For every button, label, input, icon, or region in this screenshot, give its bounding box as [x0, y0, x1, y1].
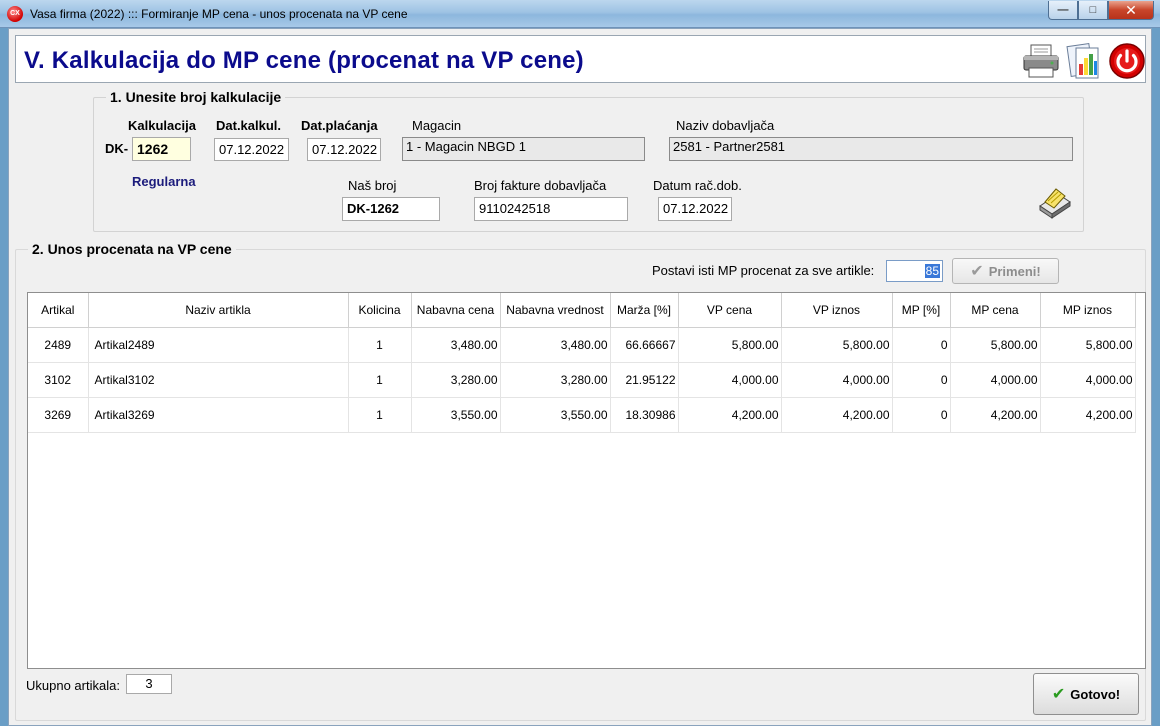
magacin-label: Magacin [412, 118, 462, 133]
cell-nabavna-cena: 3,280.00 [411, 362, 501, 398]
header-bar: V. Kalkulacija do MP cene (procenat na V… [15, 35, 1146, 83]
dat-placanja-label: Dat.plaćanja [301, 118, 378, 133]
cell-kolicina: 1 [348, 327, 412, 363]
done-button-label: Gotovo! [1070, 686, 1121, 702]
column-header-nabavna-cena[interactable]: Nabavna cena [411, 293, 501, 328]
cell-naziv: Artikal3102 [88, 362, 349, 398]
nas-broj-label: Naš broj [348, 178, 397, 193]
power-icon[interactable] [1108, 42, 1146, 80]
cell-naziv: Artikal3269 [88, 397, 349, 433]
column-header-artikal[interactable]: Artikal [28, 293, 89, 328]
cell-vp-iznos: 4,000.00 [781, 362, 893, 398]
cell-nabavna-vrednost: 3,480.00 [500, 327, 611, 363]
app-icon: CX [7, 6, 23, 22]
cell-naziv: Artikal2489 [88, 327, 349, 363]
column-header-vp-iznos[interactable]: VP iznos [781, 293, 893, 328]
window-controls: — □ ✕ [1048, 1, 1154, 20]
cell-mp-cena: 5,800.00 [950, 327, 1041, 363]
nas-broj-field[interactable]: DK-1262 [342, 197, 440, 221]
cell-marza: 66.66667 [610, 327, 679, 363]
datum-rac-label: Datum rač.dob. [653, 178, 742, 193]
column-header-mp-procenat[interactable]: MP [%] [892, 293, 951, 328]
broj-fakture-label: Broj fakture dobavljača [474, 178, 607, 193]
cell-nabavna-vrednost: 3,550.00 [500, 397, 611, 433]
cell-vp-iznos: 4,200.00 [781, 397, 893, 433]
dobavljac-field: 2581 - Partner2581 [669, 137, 1073, 161]
table-header-row: Artikal Naziv artikla Kolicina Nabavna c… [28, 293, 1136, 328]
cell-mp-procenat[interactable]: 0 [892, 327, 951, 363]
articles-grid[interactable]: Artikal Naziv artikla Kolicina Nabavna c… [27, 292, 1146, 669]
window-client: V. Kalkulacija do MP cene (procenat na V… [8, 28, 1152, 726]
window-titlebar[interactable]: CX Vasa firma (2022) ::: Formiranje MP c… [0, 0, 1160, 28]
ukupno-label: Ukupno artikala: [26, 678, 120, 693]
column-header-mp-iznos[interactable]: MP iznos [1040, 293, 1136, 328]
cell-nabavna-cena: 3,550.00 [411, 397, 501, 433]
broj-fakture-field[interactable]: 9110242518 [474, 197, 628, 221]
close-button[interactable]: ✕ [1108, 1, 1154, 20]
cell-marza: 21.95122 [610, 362, 679, 398]
cell-vp-cena: 4,000.00 [678, 362, 782, 398]
articles-table: Artikal Naziv artikla Kolicina Nabavna c… [28, 293, 1136, 433]
cell-vp-cena: 5,800.00 [678, 327, 782, 363]
magacin-field: 1 - Magacin NBGD 1 [402, 137, 645, 161]
cell-mp-cena: 4,000.00 [950, 362, 1041, 398]
table-row[interactable]: 3102 Artikal3102 1 3,280.00 3,280.00 21.… [28, 362, 1136, 398]
table-row[interactable]: 2489 Artikal2489 1 3,480.00 3,480.00 66.… [28, 327, 1136, 363]
section1-title: 1. Unesite broj kalkulacije [106, 89, 286, 105]
cell-vp-cena: 4,200.00 [678, 397, 782, 433]
dat-kalkul-label: Dat.kalkul. [216, 118, 282, 133]
cell-nabavna-vrednost: 3,280.00 [500, 362, 611, 398]
minimize-button[interactable]: — [1048, 1, 1078, 20]
cell-mp-iznos: 5,800.00 [1040, 327, 1136, 363]
set-all-percent-input[interactable]: 85 [886, 260, 943, 282]
column-header-naziv[interactable]: Naziv artikla [88, 293, 349, 328]
cell-mp-iznos: 4,000.00 [1040, 362, 1136, 398]
chart-report-icon[interactable] [1065, 42, 1103, 80]
dat-kalkul-field[interactable]: 07.12.2022 [214, 138, 289, 161]
column-header-vp-cena[interactable]: VP cena [678, 293, 782, 328]
datum-rac-field[interactable]: 07.12.2022 [658, 197, 732, 221]
kalkulacija-type: Regularna [132, 174, 196, 189]
kalkulacija-label: Kalkulacija [128, 118, 196, 133]
cell-artikal: 3269 [28, 397, 89, 433]
table-row[interactable]: 3269 Artikal3269 1 3,550.00 3,550.00 18.… [28, 397, 1136, 433]
cell-marza: 18.30986 [610, 397, 679, 433]
cell-nabavna-cena: 3,480.00 [411, 327, 501, 363]
kalkulacija-prefix: DK- [105, 141, 129, 156]
column-header-mp-cena[interactable]: MP cena [950, 293, 1041, 328]
cell-mp-procenat[interactable]: 0 [892, 362, 951, 398]
column-header-kolicina[interactable]: Kolicina [348, 293, 412, 328]
set-all-label: Postavi isti MP procenat za sve artikle: [652, 263, 875, 278]
cell-vp-iznos: 5,800.00 [781, 327, 893, 363]
dat-placanja-field[interactable]: 07.12.2022 [307, 138, 381, 161]
maximize-button[interactable]: □ [1078, 1, 1108, 20]
scanner-icon[interactable] [1036, 186, 1074, 220]
cell-artikal: 3102 [28, 362, 89, 398]
dobavljac-label: Naziv dobavljača [676, 118, 775, 133]
done-button[interactable]: ✔ Gotovo! [1033, 673, 1139, 715]
cell-kolicina: 1 [348, 397, 412, 433]
window-title: Vasa firma (2022) ::: Formiranje MP cena… [30, 7, 408, 21]
cell-mp-iznos: 4,200.00 [1040, 397, 1136, 433]
apply-button[interactable]: ✔ Primeni! [952, 258, 1059, 284]
ukupno-value: 3 [126, 674, 172, 694]
printer-icon[interactable] [1022, 42, 1060, 80]
cell-mp-procenat[interactable]: 0 [892, 397, 951, 433]
cell-kolicina: 1 [348, 362, 412, 398]
check-icon: ✔ [970, 263, 984, 280]
check-icon: ✔ [1051, 686, 1066, 703]
cell-mp-cena: 4,200.00 [950, 397, 1041, 433]
section2-title: 2. Unos procenata na VP cene [28, 241, 236, 257]
set-all-percent-value: 85 [924, 264, 940, 278]
column-header-nabavna-vrednost[interactable]: Nabavna vrednost [500, 293, 611, 328]
page-title: V. Kalkulacija do MP cene (procenat na V… [24, 47, 584, 74]
kalkulacija-number-input[interactable]: 1262 [132, 137, 191, 161]
apply-button-label: Primeni! [988, 263, 1041, 279]
column-header-marza[interactable]: Marža [%] [610, 293, 679, 328]
cell-artikal: 2489 [28, 327, 89, 363]
